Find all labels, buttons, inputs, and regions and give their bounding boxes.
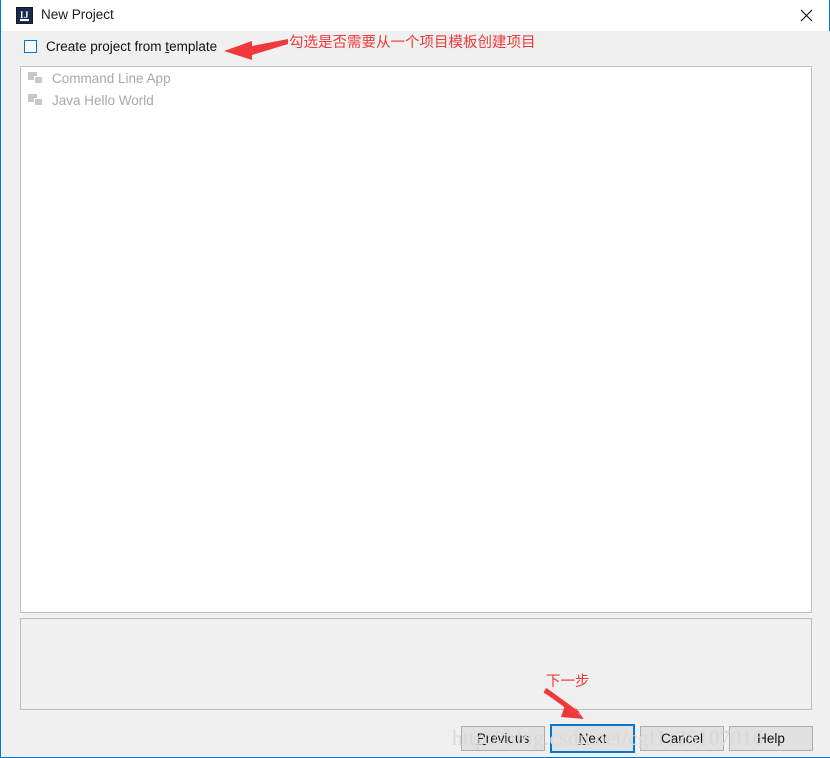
next-button-label: ext: [588, 731, 607, 746]
title-bar: IJ New Project: [1, 0, 829, 32]
create-from-template-label: Create project from template: [46, 39, 217, 54]
cancel-button[interactable]: Cancel: [640, 726, 724, 751]
module-icon: [28, 70, 44, 86]
help-button-label: Help: [757, 731, 785, 746]
list-item[interactable]: Command Line App: [21, 67, 811, 89]
module-icon: [28, 92, 44, 108]
help-button[interactable]: Help: [729, 726, 813, 751]
list-item[interactable]: Java Hello World: [21, 89, 811, 111]
create-from-template-row[interactable]: Create project from template: [24, 37, 217, 55]
create-from-template-checkbox[interactable]: [24, 39, 37, 53]
next-button-mnemonic: N: [578, 731, 589, 746]
label-part-after: emplate: [169, 38, 218, 54]
new-project-dialog: IJ New Project Create project from templ…: [0, 0, 830, 758]
previous-button-mnemonic: P: [476, 731, 486, 746]
next-button[interactable]: Next: [550, 724, 635, 753]
dialog-body: Command Line App Java Hello World Previo…: [2, 61, 830, 757]
template-list[interactable]: Command Line App Java Hello World: [20, 66, 812, 613]
cancel-button-label: Cancel: [660, 731, 704, 746]
button-bar: Previous Next Cancel Help: [2, 714, 830, 757]
list-item-label: Command Line App: [52, 70, 171, 86]
close-icon: [800, 9, 812, 21]
description-panel: [20, 618, 812, 710]
checkbox-strip: Create project from template: [2, 31, 830, 61]
app-icon-letters: IJ: [19, 10, 29, 20]
intellij-idea-icon: IJ: [16, 7, 33, 24]
label-part-before: Create project from: [46, 38, 166, 54]
list-item-label: Java Hello World: [52, 92, 154, 108]
previous-button-label: revious: [485, 731, 530, 746]
window-title: New Project: [41, 7, 114, 22]
close-button[interactable]: [783, 0, 829, 30]
app-icon-bar: [20, 19, 29, 21]
previous-button[interactable]: Previous: [461, 726, 545, 751]
